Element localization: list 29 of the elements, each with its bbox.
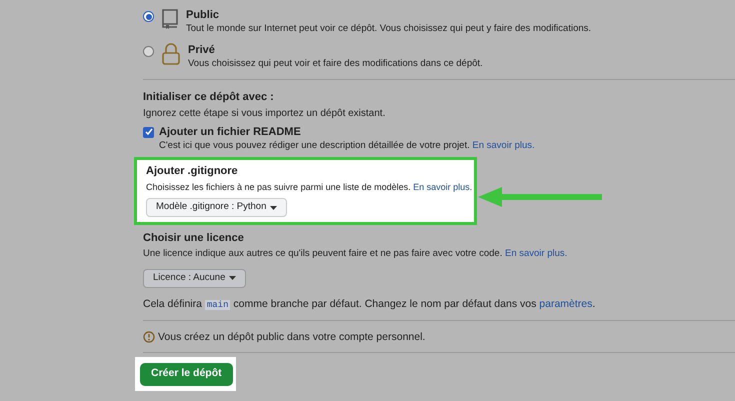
checkbox[interactable] — [143, 126, 154, 138]
caret-icon — [270, 206, 278, 210]
option-title: Privé — [188, 43, 216, 57]
padlock-icon — [161, 43, 181, 65]
readme-description: C'est ici que vous pouvez rédiger une description détaillée de votre projet. En savoir plus. — [159, 139, 536, 153]
create-repository-button[interactable]: Créer le dépôt — [140, 362, 233, 386]
learn-more-link[interactable]: En savoir plus. — [413, 182, 472, 192]
section-title: Choisir une licence — [143, 231, 245, 245]
learn-more-link[interactable]: En savoir plus. — [504, 248, 568, 259]
radio-button[interactable] — [143, 11, 154, 22]
caret-icon — [229, 276, 236, 280]
radio-button[interactable] — [143, 46, 154, 57]
section-description: Ignorez cette étape si vous importez un dépôt existant. — [143, 107, 386, 121]
section-title: Initialiser ce dépôt avec : — [143, 90, 275, 104]
section-title: Ajouter .gitignore — [146, 164, 238, 178]
warning-icon — [143, 331, 155, 343]
section-description: Une licence indique aux autres ce qu'ils peuvent faire et ne pas faire avec votre code. En savoir plus. — [143, 247, 568, 261]
option-title: Public — [186, 8, 220, 22]
learn-more-link[interactable]: En savoir plus. — [472, 140, 535, 151]
license-dropdown[interactable]: Licence : Aucune — [143, 268, 246, 288]
option-description: Vous choisissez qui peut voir et faire des modifications dans ce dépôt. — [188, 57, 483, 70]
book-icon — [161, 8, 179, 30]
section-description: Choisissez les fichiers à ne pas suivre parmi une liste de modèles. En savoir plus. — [146, 181, 472, 194]
template-dropdown[interactable]: Modèle .gitignore : Python — [146, 198, 288, 217]
branch-note: Cela définira main comme branche par défaut. Changez le nom par défaut dans vos paramètres. — [143, 297, 596, 312]
checkbox-label: Ajouter un fichier README — [159, 125, 301, 139]
option-description: Tout le monde sur Internet peut voir ce dépôt. Vous choisissez qui peut y faire des modifications. — [186, 22, 592, 35]
settings-link[interactable]: paramètres — [539, 298, 592, 310]
warning-text: Vous créez un dépôt public dans votre compte personnel. — [158, 330, 426, 344]
